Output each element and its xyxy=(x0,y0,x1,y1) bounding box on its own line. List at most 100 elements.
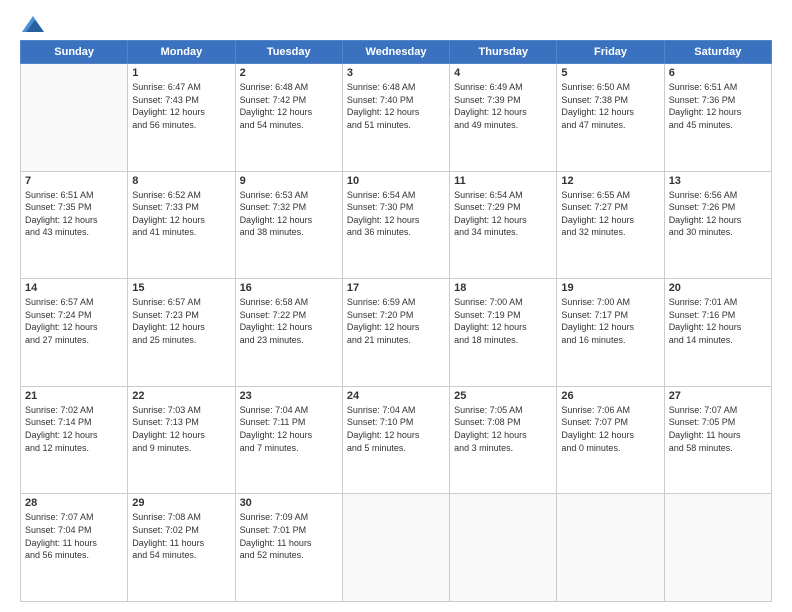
weekday-header-sunday: Sunday xyxy=(21,41,128,64)
calendar-cell: 9 Sunrise: 6:53 AM Sunset: 7:32 PM Daylig… xyxy=(235,171,342,279)
day-number: 24 xyxy=(347,390,445,402)
calendar-cell: 19 Sunrise: 7:00 AM Sunset: 7:17 PM Dayli… xyxy=(557,279,664,387)
calendar-cell: 26Sunrise: 7:06 AM Sunset: 7:07 PM Dayli… xyxy=(557,386,664,494)
day-number: 7 xyxy=(25,175,123,187)
calendar-cell: 10 Sunrise: 6:54 AM Sunset: 7:30 PM Dayli… xyxy=(342,171,449,279)
day-number: 20 xyxy=(669,282,767,294)
page: SundayMondayTuesdayWednesdayThursdayFrid… xyxy=(0,0,792,612)
calendar-cell: 14Sunrise: 6:57 AM Sunset: 7:24 PM Dayli… xyxy=(21,279,128,387)
day-info: Sunrise: 6:48 AM Sunset: 7:42 PM Dayligh… xyxy=(240,81,338,131)
calendar-cell: 4 Sunrise: 6:49 AM Sunset: 7:39 PM Daylig… xyxy=(450,64,557,172)
week-row-2: 7 Sunrise: 6:51 AM Sunset: 7:35 PM Daylig… xyxy=(21,171,772,279)
calendar-cell xyxy=(557,494,664,602)
day-info: Sunrise: 7:04 AM Sunset: 7:11 PM Dayligh… xyxy=(240,404,338,454)
calendar-cell: 15Sunrise: 6:57 AM Sunset: 7:23 PM Dayli… xyxy=(128,279,235,387)
calendar-cell xyxy=(664,494,771,602)
calendar-cell: 21 Sunrise: 7:02 AM Sunset: 7:14 PM Dayli… xyxy=(21,386,128,494)
day-info: Sunrise: 6:54 AM Sunset: 7:29 PM Dayligh… xyxy=(454,189,552,239)
calendar-cell: 30 Sunrise: 7:09 AM Sunset: 7:01 PM Dayli… xyxy=(235,494,342,602)
day-info: Sunrise: 6:49 AM Sunset: 7:39 PM Dayligh… xyxy=(454,81,552,131)
weekday-header-thursday: Thursday xyxy=(450,41,557,64)
day-info: Sunrise: 6:51 AM Sunset: 7:36 PM Dayligh… xyxy=(669,81,767,131)
day-info: Sunrise: 7:07 AM Sunset: 7:05 PM Dayligh… xyxy=(669,404,767,454)
calendar-cell: 27 Sunrise: 7:07 AM Sunset: 7:05 PM Dayli… xyxy=(664,386,771,494)
calendar-cell: 6 Sunrise: 6:51 AM Sunset: 7:36 PM Daylig… xyxy=(664,64,771,172)
day-info: Sunrise: 6:57 AM Sunset: 7:23 PM Dayligh… xyxy=(132,296,230,346)
weekday-header-row: SundayMondayTuesdayWednesdayThursdayFrid… xyxy=(21,41,772,64)
day-info: Sunrise: 7:04 AM Sunset: 7:10 PM Dayligh… xyxy=(347,404,445,454)
day-info: Sunrise: 6:58 AM Sunset: 7:22 PM Dayligh… xyxy=(240,296,338,346)
calendar-cell xyxy=(21,64,128,172)
day-info: Sunrise: 7:00 AM Sunset: 7:19 PM Dayligh… xyxy=(454,296,552,346)
logo xyxy=(20,18,44,30)
day-number: 14 xyxy=(25,282,123,294)
calendar-cell: 12 Sunrise: 6:55 AM Sunset: 7:27 PM Dayli… xyxy=(557,171,664,279)
day-number: 10 xyxy=(347,175,445,187)
day-info: Sunrise: 7:00 AM Sunset: 7:17 PM Dayligh… xyxy=(561,296,659,346)
logo-text xyxy=(20,18,44,32)
calendar-cell: 28 Sunrise: 7:07 AM Sunset: 7:04 PM Dayli… xyxy=(21,494,128,602)
weekday-header-tuesday: Tuesday xyxy=(235,41,342,64)
day-number: 18 xyxy=(454,282,552,294)
day-number: 9 xyxy=(240,175,338,187)
day-number: 11 xyxy=(454,175,552,187)
day-number: 4 xyxy=(454,67,552,79)
calendar-cell: 20Sunrise: 7:01 AM Sunset: 7:16 PM Dayli… xyxy=(664,279,771,387)
day-number: 29 xyxy=(132,497,230,509)
day-number: 12 xyxy=(561,175,659,187)
logo-icon xyxy=(22,16,44,32)
calendar-table: SundayMondayTuesdayWednesdayThursdayFrid… xyxy=(20,40,772,602)
calendar-cell: 29 Sunrise: 7:08 AM Sunset: 7:02 PM Dayli… xyxy=(128,494,235,602)
day-number: 19 xyxy=(561,282,659,294)
calendar-cell: 13 Sunrise: 6:56 AM Sunset: 7:26 PM Dayli… xyxy=(664,171,771,279)
calendar-cell: 8 Sunrise: 6:52 AM Sunset: 7:33 PM Daylig… xyxy=(128,171,235,279)
day-info: Sunrise: 7:09 AM Sunset: 7:01 PM Dayligh… xyxy=(240,511,338,561)
calendar-cell: 7 Sunrise: 6:51 AM Sunset: 7:35 PM Daylig… xyxy=(21,171,128,279)
day-number: 2 xyxy=(240,67,338,79)
week-row-5: 28 Sunrise: 7:07 AM Sunset: 7:04 PM Dayli… xyxy=(21,494,772,602)
day-number: 30 xyxy=(240,497,338,509)
day-number: 25 xyxy=(454,390,552,402)
day-info: Sunrise: 6:52 AM Sunset: 7:33 PM Dayligh… xyxy=(132,189,230,239)
day-number: 27 xyxy=(669,390,767,402)
day-number: 26 xyxy=(561,390,659,402)
week-row-4: 21 Sunrise: 7:02 AM Sunset: 7:14 PM Dayli… xyxy=(21,386,772,494)
calendar-cell: 3Sunrise: 6:48 AM Sunset: 7:40 PM Daylig… xyxy=(342,64,449,172)
calendar-cell: 2 Sunrise: 6:48 AM Sunset: 7:42 PM Daylig… xyxy=(235,64,342,172)
week-row-3: 14Sunrise: 6:57 AM Sunset: 7:24 PM Dayli… xyxy=(21,279,772,387)
calendar-cell xyxy=(342,494,449,602)
day-info: Sunrise: 6:51 AM Sunset: 7:35 PM Dayligh… xyxy=(25,189,123,239)
calendar-cell: 11 Sunrise: 6:54 AM Sunset: 7:29 PM Dayli… xyxy=(450,171,557,279)
day-number: 28 xyxy=(25,497,123,509)
day-info: Sunrise: 6:56 AM Sunset: 7:26 PM Dayligh… xyxy=(669,189,767,239)
day-info: Sunrise: 6:54 AM Sunset: 7:30 PM Dayligh… xyxy=(347,189,445,239)
day-info: Sunrise: 6:59 AM Sunset: 7:20 PM Dayligh… xyxy=(347,296,445,346)
weekday-header-saturday: Saturday xyxy=(664,41,771,64)
weekday-header-friday: Friday xyxy=(557,41,664,64)
calendar-cell: 24 Sunrise: 7:04 AM Sunset: 7:10 PM Dayli… xyxy=(342,386,449,494)
calendar-cell: 22Sunrise: 7:03 AM Sunset: 7:13 PM Dayli… xyxy=(128,386,235,494)
header xyxy=(20,18,772,30)
day-number: 13 xyxy=(669,175,767,187)
day-number: 5 xyxy=(561,67,659,79)
calendar-cell: 25 Sunrise: 7:05 AM Sunset: 7:08 PM Dayli… xyxy=(450,386,557,494)
day-number: 17 xyxy=(347,282,445,294)
day-info: Sunrise: 6:55 AM Sunset: 7:27 PM Dayligh… xyxy=(561,189,659,239)
day-number: 16 xyxy=(240,282,338,294)
day-info: Sunrise: 7:07 AM Sunset: 7:04 PM Dayligh… xyxy=(25,511,123,561)
day-info: Sunrise: 7:08 AM Sunset: 7:02 PM Dayligh… xyxy=(132,511,230,561)
day-info: Sunrise: 6:53 AM Sunset: 7:32 PM Dayligh… xyxy=(240,189,338,239)
day-number: 6 xyxy=(669,67,767,79)
day-number: 21 xyxy=(25,390,123,402)
calendar-cell: 1Sunrise: 6:47 AM Sunset: 7:43 PM Daylig… xyxy=(128,64,235,172)
calendar-cell: 17 Sunrise: 6:59 AM Sunset: 7:20 PM Dayli… xyxy=(342,279,449,387)
day-number: 8 xyxy=(132,175,230,187)
calendar-cell: 23Sunrise: 7:04 AM Sunset: 7:11 PM Dayli… xyxy=(235,386,342,494)
day-info: Sunrise: 6:50 AM Sunset: 7:38 PM Dayligh… xyxy=(561,81,659,131)
weekday-header-wednesday: Wednesday xyxy=(342,41,449,64)
day-info: Sunrise: 7:05 AM Sunset: 7:08 PM Dayligh… xyxy=(454,404,552,454)
calendar-cell: 5 Sunrise: 6:50 AM Sunset: 7:38 PM Daylig… xyxy=(557,64,664,172)
day-number: 3 xyxy=(347,67,445,79)
weekday-header-monday: Monday xyxy=(128,41,235,64)
day-info: Sunrise: 7:02 AM Sunset: 7:14 PM Dayligh… xyxy=(25,404,123,454)
